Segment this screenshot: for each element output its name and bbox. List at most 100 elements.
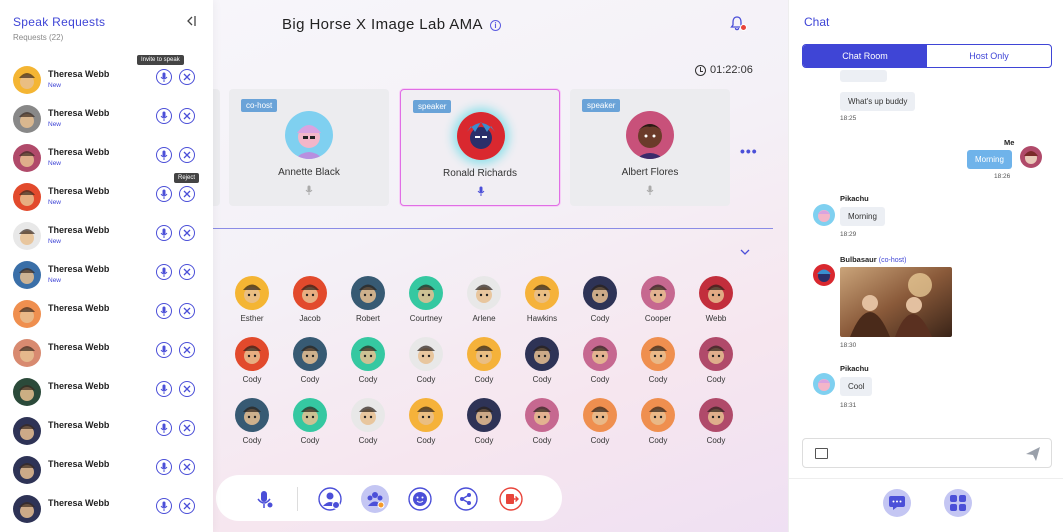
audience-member[interactable]: Cody xyxy=(230,337,274,384)
notification-badge xyxy=(740,24,747,31)
speaker-card-active[interactable]: speaker Ronald Richards xyxy=(400,89,560,206)
audience-member[interactable]: Cody xyxy=(520,337,564,384)
audience-member[interactable]: Cooper xyxy=(636,276,680,323)
reject-button[interactable] xyxy=(179,69,195,85)
avatar xyxy=(13,66,41,94)
audience-member[interactable]: Cody xyxy=(288,337,332,384)
reject-button[interactable] xyxy=(179,186,195,202)
speaker-card[interactable]: speaker Albert Flores xyxy=(570,89,730,206)
audience-member[interactable]: Courtney xyxy=(404,276,448,323)
request-row: Theresa Webb New xyxy=(13,105,203,139)
tab-chat-room[interactable]: Chat Room xyxy=(803,45,927,67)
invite-button[interactable] xyxy=(156,420,172,436)
reject-button[interactable] xyxy=(179,342,195,358)
audience-name: Cody xyxy=(300,375,320,384)
leave-button[interactable] xyxy=(497,485,525,513)
audience-member[interactable]: Cody xyxy=(694,337,738,384)
apps-button[interactable] xyxy=(944,489,972,517)
chat-input[interactable] xyxy=(802,438,1052,468)
invite-button[interactable] xyxy=(156,342,172,358)
mic-icon xyxy=(160,111,168,121)
audience-member[interactable]: Cody xyxy=(578,398,622,445)
audience-member[interactable]: Cody xyxy=(462,398,506,445)
audience-member[interactable]: Cody xyxy=(404,398,448,445)
avatar xyxy=(813,373,835,395)
message-bubble-partial xyxy=(840,70,887,82)
speaker-card[interactable]: co-host Annette Black xyxy=(229,89,389,206)
invite-button[interactable] xyxy=(156,108,172,124)
reject-button[interactable] xyxy=(179,459,195,475)
close-icon xyxy=(183,268,191,276)
more-speakers-icon[interactable]: ••• xyxy=(740,144,758,158)
info-icon[interactable]: i xyxy=(490,20,501,31)
timer: 01:22:06 xyxy=(695,64,753,76)
reject-button[interactable] xyxy=(179,381,195,397)
invite-button[interactable] xyxy=(156,186,172,202)
close-icon xyxy=(183,463,191,471)
emoji-button[interactable] xyxy=(406,485,434,513)
close-icon xyxy=(183,346,191,354)
reject-button[interactable] xyxy=(179,108,195,124)
chevron-down-icon[interactable] xyxy=(740,247,750,257)
avatar xyxy=(13,339,41,367)
mic-icon xyxy=(160,189,168,199)
audience-member[interactable]: Cody xyxy=(462,337,506,384)
audience-member[interactable]: Cody xyxy=(636,337,680,384)
audience-member[interactable]: Cody xyxy=(636,398,680,445)
avatar xyxy=(699,398,733,432)
audience-name: Cooper xyxy=(644,314,672,323)
avatar xyxy=(699,337,733,371)
audience-member[interactable]: Cody xyxy=(288,398,332,445)
avatar xyxy=(467,398,501,432)
avatar xyxy=(583,337,617,371)
audience-member[interactable]: Arlene xyxy=(462,276,506,323)
requester-name: Theresa Webb xyxy=(48,303,110,313)
audience-member[interactable]: Cody xyxy=(346,337,390,384)
audience-member[interactable]: Robert xyxy=(346,276,390,323)
reject-button[interactable] xyxy=(179,420,195,436)
audience-member[interactable]: Hawkins xyxy=(520,276,564,323)
invite-button[interactable] xyxy=(156,147,172,163)
grid-icon xyxy=(950,495,966,511)
collapse-icon[interactable] xyxy=(185,15,197,27)
message-bubble: Morning xyxy=(840,207,885,226)
chat-tabs: Chat Room Host Only xyxy=(802,44,1052,68)
user-settings-button[interactable] xyxy=(316,485,344,513)
message-time: 18:26 xyxy=(994,173,1011,180)
audience-member[interactable]: Esther xyxy=(230,276,274,323)
invite-button[interactable] xyxy=(156,459,172,475)
audience-member[interactable]: Jacob xyxy=(288,276,332,323)
reject-button[interactable] xyxy=(179,264,195,280)
reject-button[interactable] xyxy=(179,303,195,319)
audience-member[interactable]: Cody xyxy=(404,337,448,384)
reject-button[interactable] xyxy=(179,498,195,514)
message-time: 18:31 xyxy=(840,402,857,409)
audience-member[interactable]: Cody xyxy=(230,398,274,445)
mic-button[interactable] xyxy=(250,485,278,513)
invite-button[interactable] xyxy=(156,264,172,280)
audience-member[interactable]: Cody xyxy=(578,337,622,384)
tab-host-only[interactable]: Host Only xyxy=(927,45,1051,67)
chat-button[interactable] xyxy=(883,489,911,517)
message-image[interactable] xyxy=(840,267,952,337)
audience-member[interactable]: Cody xyxy=(346,398,390,445)
invite-button[interactable] xyxy=(156,381,172,397)
reject-button[interactable] xyxy=(179,225,195,241)
audience-member[interactable]: Cody xyxy=(520,398,564,445)
invite-button[interactable] xyxy=(156,303,172,319)
reject-button[interactable] xyxy=(179,147,195,163)
audience-name: Cody xyxy=(474,436,494,445)
requester-name: Theresa Webb xyxy=(48,108,110,118)
role-tag: co-host xyxy=(241,99,278,112)
send-icon[interactable] xyxy=(1025,446,1041,462)
share-button[interactable] xyxy=(452,485,480,513)
audience-member[interactable]: Webb xyxy=(694,276,738,323)
audience-name: Cody xyxy=(532,436,552,445)
invite-button[interactable] xyxy=(156,69,172,85)
invite-button[interactable] xyxy=(156,225,172,241)
invite-button[interactable] xyxy=(156,498,172,514)
image-upload-icon[interactable] xyxy=(815,448,828,459)
group-button[interactable] xyxy=(361,485,389,513)
audience-member[interactable]: Cody xyxy=(694,398,738,445)
audience-member[interactable]: Cody xyxy=(578,276,622,323)
